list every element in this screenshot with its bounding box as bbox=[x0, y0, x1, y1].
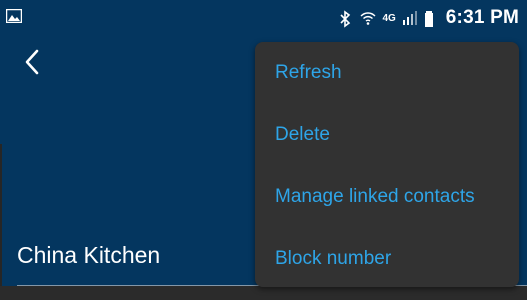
image-notification-icon bbox=[5, 8, 23, 25]
menu-item-manage-linked-contacts[interactable]: Manage linked contacts bbox=[275, 181, 475, 213]
status-bar: 4G 6:31 PM bbox=[0, 0, 527, 36]
status-time: 6:31 PM bbox=[445, 7, 519, 28]
menu-item-block-number[interactable]: Block number bbox=[275, 243, 391, 275]
menu-item-refresh[interactable]: Refresh bbox=[275, 57, 342, 89]
status-left bbox=[5, 8, 23, 28]
cellular-signal-icon bbox=[402, 10, 418, 26]
status-right: 4G 6:31 PM bbox=[338, 6, 519, 30]
content-area bbox=[0, 286, 527, 300]
menu-item-delete[interactable]: Delete bbox=[275, 119, 330, 151]
bluetooth-icon bbox=[338, 10, 354, 28]
battery-icon bbox=[424, 10, 440, 27]
contact-name: China Kitchen bbox=[17, 242, 161, 268]
back-button[interactable] bbox=[14, 46, 50, 82]
network-type-label: 4G bbox=[382, 12, 396, 24]
overflow-menu: Refresh Delete Manage linked contacts Bl… bbox=[255, 42, 519, 287]
wifi-icon bbox=[360, 10, 376, 26]
left-edge-shadow bbox=[0, 144, 2, 286]
back-arrow-icon bbox=[24, 49, 40, 80]
